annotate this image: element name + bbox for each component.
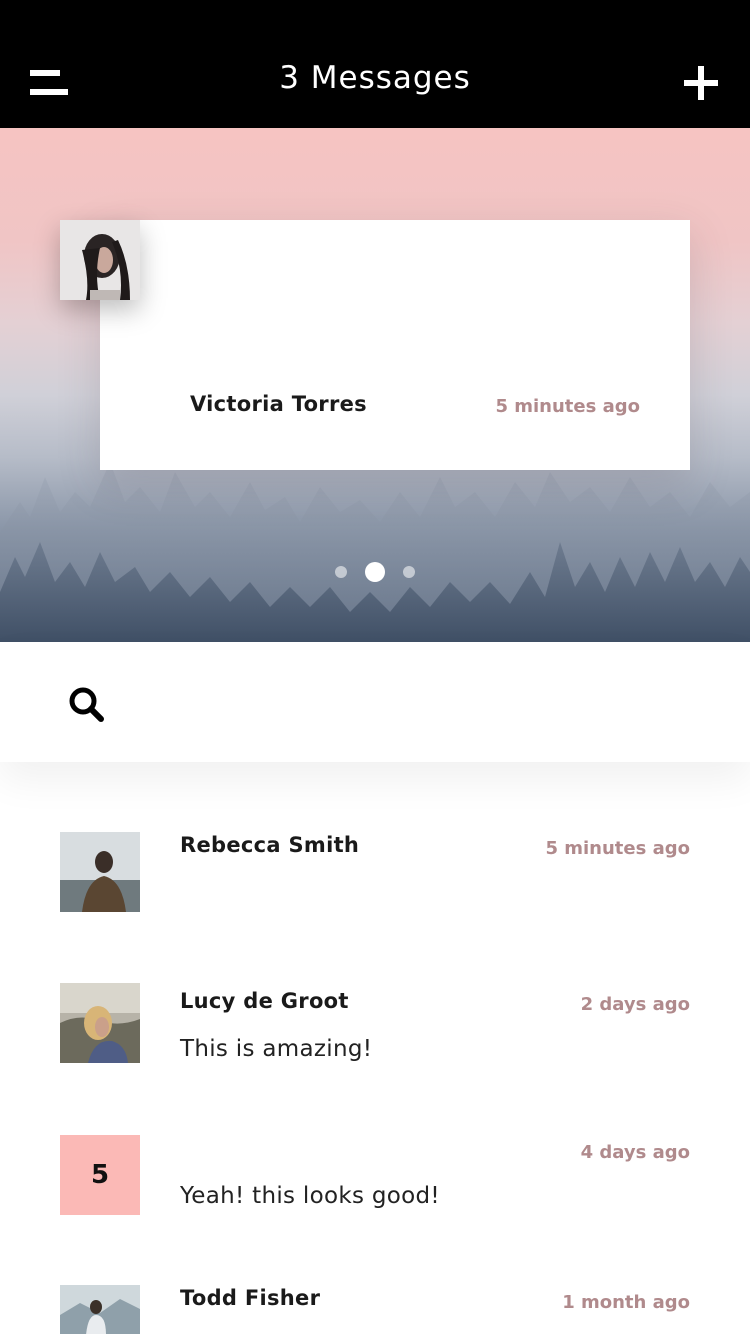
sender-name: Todd Fisher	[180, 1286, 321, 1310]
page-title: 3 Messages	[279, 60, 471, 96]
message-timestamp: 4 days ago	[580, 1142, 690, 1163]
sender-name: Lucy de Groot	[180, 989, 349, 1013]
message-timestamp: 2 days ago	[580, 994, 690, 1015]
plus-icon[interactable]	[684, 66, 718, 100]
avatar	[60, 220, 140, 300]
unread-count-badge: 5	[60, 1135, 140, 1215]
slide-dot-1[interactable]	[335, 566, 347, 578]
avatar	[60, 983, 140, 1063]
featured-sender-name: Victoria Torres	[190, 392, 367, 416]
search-bar[interactable]	[0, 642, 750, 762]
avatar	[60, 832, 140, 912]
message-timestamp: 5 minutes ago	[545, 838, 690, 859]
message-preview: This is amazing!	[180, 1036, 373, 1062]
slide-dot-2[interactable]	[365, 562, 385, 582]
message-timestamp: 1 month ago	[562, 1292, 690, 1313]
search-icon[interactable]	[68, 686, 104, 722]
featured-message-card[interactable]	[100, 220, 690, 470]
top-navbar: 3 Messages	[0, 0, 750, 128]
message-preview: Yeah! this looks good!	[180, 1183, 440, 1209]
sender-name: Rebecca Smith	[180, 833, 360, 857]
slide-dot-3[interactable]	[403, 566, 415, 578]
avatar	[60, 1285, 140, 1334]
featured-timestamp: 5 minutes ago	[495, 396, 640, 417]
messages-screen: 3 Messages Victoria Torres 5 minutes ago…	[0, 0, 750, 1334]
